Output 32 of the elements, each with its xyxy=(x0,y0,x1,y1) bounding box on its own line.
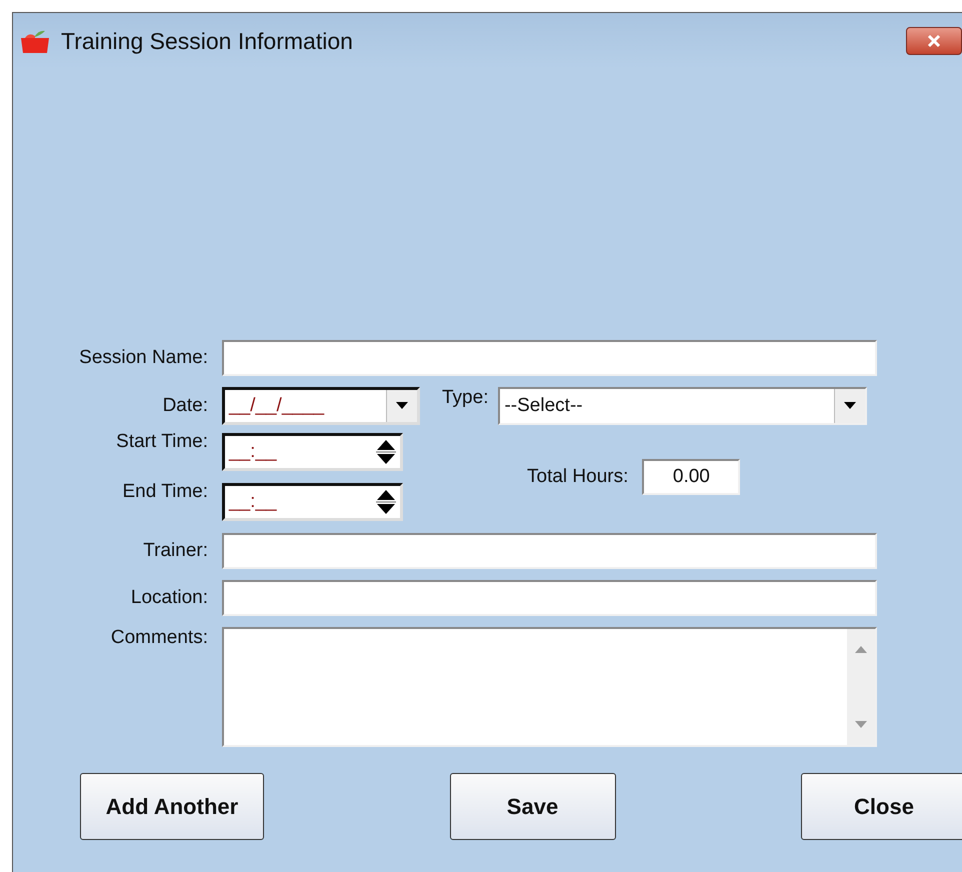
comments-field[interactable] xyxy=(222,627,877,747)
dropdown-arrow-icon xyxy=(396,402,408,410)
field-label: Comments: xyxy=(110,627,208,649)
scroll-up-icon[interactable] xyxy=(855,645,867,653)
field-label: End Time: xyxy=(121,481,208,503)
start-time-field[interactable]: __:__ xyxy=(222,433,403,471)
dialog-button[interactable]: Save xyxy=(450,773,616,840)
date-field[interactable]: __/__/____ xyxy=(222,387,420,425)
location-field[interactable] xyxy=(222,580,877,616)
window-title: Training Session Information xyxy=(61,28,353,54)
field-label: Session Name: xyxy=(78,347,208,369)
end-time-field[interactable]: __:__ xyxy=(222,483,403,521)
field-label: Total Hours: xyxy=(527,466,628,488)
trainer-field[interactable] xyxy=(222,533,877,569)
scroll-down-icon[interactable] xyxy=(855,721,867,729)
close-icon xyxy=(926,34,942,48)
field-label: Type: xyxy=(442,387,488,409)
scrollbar[interactable] xyxy=(847,629,875,745)
spinner-arrows-icon xyxy=(376,439,396,465)
spinner-arrows-icon xyxy=(376,489,396,515)
total-hours-field[interactable]: 0.00 xyxy=(642,459,740,495)
field-label: Location: xyxy=(130,587,208,609)
dialog-button[interactable]: Add Another xyxy=(80,773,264,840)
close-button[interactable] xyxy=(906,27,962,55)
dialog-button[interactable]: Close xyxy=(801,773,962,840)
field-label: Start Time: xyxy=(115,431,208,453)
field-label: Trainer: xyxy=(142,540,208,562)
dropdown-arrow-icon xyxy=(844,402,856,410)
apple-icon xyxy=(19,28,51,54)
type-dropdown[interactable]: --Select-- xyxy=(498,387,868,425)
session-name-field[interactable] xyxy=(222,340,877,376)
field-label: Date: xyxy=(162,395,208,417)
